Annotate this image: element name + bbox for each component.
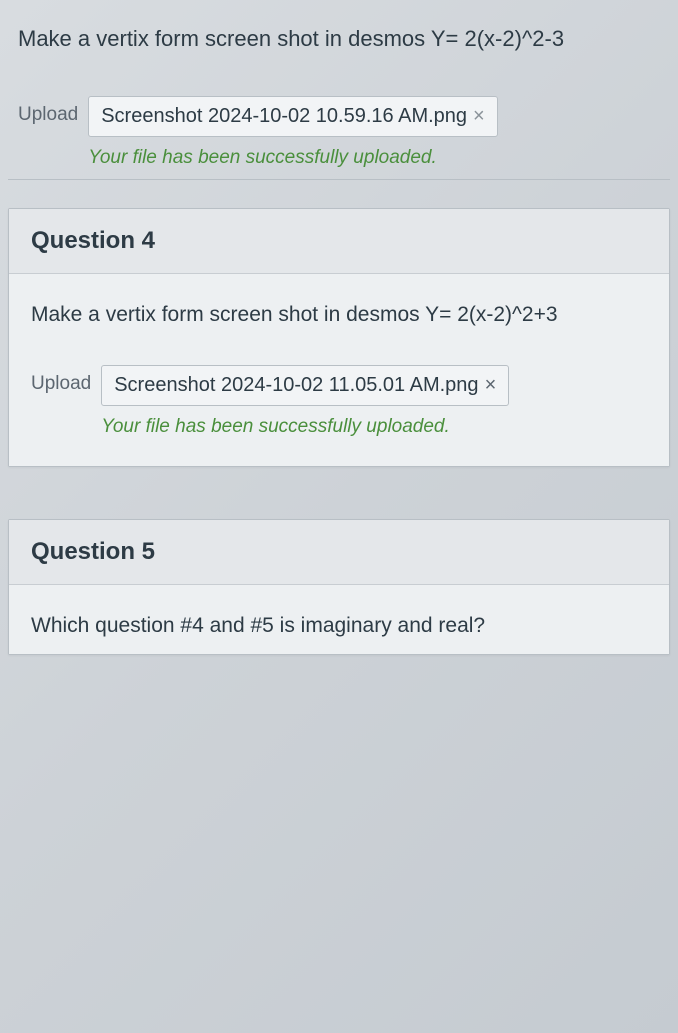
upload-label: Upload [31, 365, 91, 395]
question-5-body: Which question #4 and #5 is imaginary an… [9, 585, 669, 654]
upload-box: Screenshot 2024-10-02 10.59.16 AM.png × … [88, 96, 660, 169]
question-4-body: Make a vertix form screen shot in desmos… [9, 274, 669, 466]
question-5-header: Question 5 [9, 520, 669, 585]
question-5-block: Question 5 Which question #4 and #5 is i… [8, 519, 670, 655]
question-3-partial: Make a vertix form screen shot in desmos… [0, 0, 678, 179]
spacer [0, 180, 678, 208]
question-3-prompt: Make a vertix form screen shot in desmos… [18, 24, 660, 54]
spacer [0, 491, 678, 519]
uploaded-file-chip[interactable]: Screenshot 2024-10-02 10.59.16 AM.png × [88, 96, 498, 137]
question-3-upload-row: Upload Screenshot 2024-10-02 10.59.16 AM… [18, 96, 660, 169]
question-4-title: Question 4 [31, 227, 647, 255]
upload-success-message: Your file has been successfully uploaded… [101, 416, 647, 438]
question-5-title: Question 5 [31, 538, 647, 566]
remove-file-icon[interactable]: × [473, 105, 485, 128]
remove-file-icon[interactable]: × [485, 374, 497, 397]
uploaded-filename: Screenshot 2024-10-02 11.05.01 AM.png [114, 374, 478, 397]
uploaded-file-chip[interactable]: Screenshot 2024-10-02 11.05.01 AM.png × [101, 365, 509, 406]
upload-label: Upload [18, 96, 78, 126]
question-4-header: Question 4 [9, 209, 669, 274]
question-4-prompt: Make a vertix form screen shot in desmos… [31, 300, 647, 329]
question-4-block: Question 4 Make a vertix form screen sho… [8, 208, 670, 467]
upload-success-message: Your file has been successfully uploaded… [88, 147, 660, 169]
uploaded-filename: Screenshot 2024-10-02 10.59.16 AM.png [101, 105, 467, 128]
upload-box: Screenshot 2024-10-02 11.05.01 AM.png × … [101, 365, 647, 438]
question-5-prompt: Which question #4 and #5 is imaginary an… [31, 611, 647, 640]
question-4-upload-row: Upload Screenshot 2024-10-02 11.05.01 AM… [31, 365, 647, 438]
